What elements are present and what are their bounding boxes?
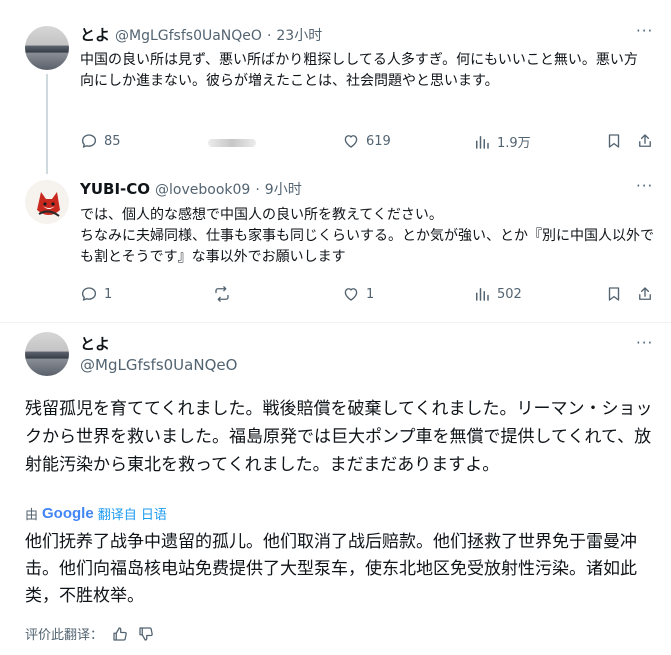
bookmark-button[interactable]	[605, 285, 623, 303]
views-icon	[476, 288, 489, 301]
repost-redacted	[208, 139, 256, 147]
thread-line	[46, 74, 48, 174]
thumbs-up-icon[interactable]	[111, 625, 129, 643]
tweet-text: 残留孤児を育ててくれました。戦後賠償を破棄してくれました。リーマン・ショックから…	[25, 399, 653, 475]
tweet-text: では、個人的な感想で中国人の良い所を教えてください。 ちなみに夫婦同様、仕事も家…	[80, 207, 654, 265]
translated-text: 他们抚养了战争中遗留的孤儿。他们取消了战后赔款。他们拯救了世界免于雷曼冲击。他们…	[25, 532, 637, 606]
like-button[interactable]: 619	[342, 132, 391, 150]
like-count: 1	[366, 286, 375, 302]
tweet-header: とよ @MgLGfsfs0UaNQeO · 23小时	[80, 24, 322, 45]
tweet-text: 中国の良い所は見ず、悪い所ばかり粗探ししてる人多すぎ。何にもいいこと無い。悪い方…	[80, 52, 638, 89]
fox-avatar-icon	[37, 192, 60, 217]
like-button[interactable]: 1	[342, 285, 374, 303]
share-button[interactable]	[636, 132, 654, 150]
timestamp[interactable]: 23小时	[276, 25, 322, 45]
reply-count: 85	[104, 133, 121, 149]
view-count: 1.9万	[497, 136, 531, 151]
repost-icon	[215, 286, 229, 302]
user-name[interactable]: とよ	[80, 333, 110, 354]
tweet-actions: 1 1 502	[80, 285, 658, 307]
user-handle[interactable]: @lovebook09	[155, 182, 250, 198]
separator: ·	[266, 28, 272, 44]
reply-button[interactable]: 85	[80, 132, 121, 150]
reply-button[interactable]: 1	[80, 285, 112, 303]
heart-icon	[344, 288, 358, 301]
more-options-icon[interactable]: ···	[636, 22, 653, 40]
more-options-icon[interactable]: ···	[636, 334, 653, 352]
like-count: 619	[366, 133, 391, 149]
user-name[interactable]: とよ	[80, 24, 110, 45]
bookmark-icon	[608, 287, 620, 301]
view-count: 502	[497, 286, 522, 302]
avatar[interactable]	[25, 26, 69, 70]
separator: ·	[255, 182, 260, 198]
rate-translation-label: 评价此翻译：	[25, 628, 104, 643]
views-button[interactable]: 1.9万	[473, 132, 531, 151]
avatar[interactable]	[25, 180, 69, 224]
tweet-actions: 85 619 1.9万	[80, 132, 658, 154]
translate-source-link[interactable]: 翻译自 日语	[98, 504, 167, 523]
views-button[interactable]: 502	[473, 285, 522, 303]
share-icon	[639, 134, 651, 147]
avatar[interactable]	[25, 332, 69, 376]
heart-icon	[344, 135, 358, 148]
timestamp[interactable]: 9小时	[265, 179, 302, 199]
more-options-icon[interactable]: ···	[636, 177, 653, 195]
user-handle[interactable]: @MgLGfsfs0UaNQeO	[80, 356, 237, 374]
user-name[interactable]: YUBI-CO	[80, 180, 150, 198]
share-button[interactable]	[636, 285, 654, 303]
bookmark-button[interactable]	[605, 132, 623, 150]
rate-translation: 评价此翻译：	[25, 624, 155, 643]
reply-icon	[81, 287, 97, 301]
bookmark-icon	[608, 134, 620, 148]
repost-button[interactable]	[213, 285, 231, 303]
reply-icon	[81, 134, 97, 148]
divider	[0, 322, 671, 323]
thumbs-down-icon[interactable]	[137, 625, 155, 643]
google-logo: Google	[42, 505, 94, 522]
translated-by-label: 由	[25, 508, 39, 523]
tweet-header: YUBI-CO @lovebook09 · 9小时	[80, 179, 302, 199]
views-icon	[476, 135, 489, 149]
user-handle[interactable]: @MgLGfsfs0UaNQeO	[115, 28, 262, 44]
translation-attribution: 由 Google 翻译自 日语	[25, 504, 167, 523]
reply-count: 1	[104, 286, 113, 302]
share-icon	[639, 287, 651, 300]
